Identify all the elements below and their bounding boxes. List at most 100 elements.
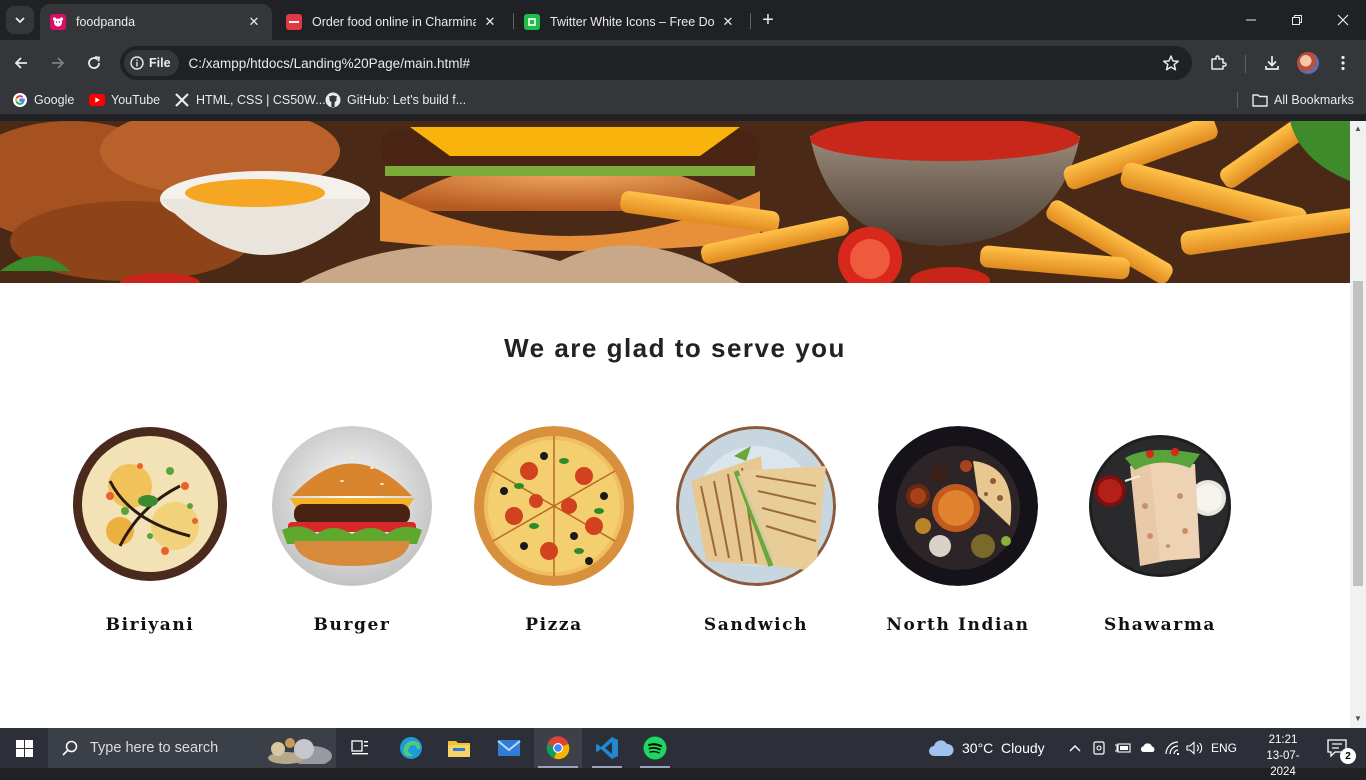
system-clock[interactable]: 21:21 13-07-2024 bbox=[1258, 732, 1308, 780]
close-window-button[interactable] bbox=[1320, 0, 1366, 40]
restore-button[interactable] bbox=[1274, 0, 1320, 40]
volume-button[interactable] bbox=[1185, 728, 1205, 768]
google-icon bbox=[12, 92, 28, 108]
chevron-up-icon bbox=[1069, 745, 1081, 752]
tab-twitter-icons[interactable]: Twitter White Icons – Free Down ✕ bbox=[514, 4, 746, 40]
taskbar-search[interactable]: Type here to search bbox=[48, 728, 336, 768]
chrome-icon bbox=[546, 736, 570, 760]
shawarma-image bbox=[1080, 426, 1240, 586]
device-icon bbox=[1093, 741, 1105, 755]
clock-date: 13-07-2024 bbox=[1266, 750, 1300, 778]
task-view-icon bbox=[351, 740, 368, 755]
security-chip-label: File bbox=[149, 56, 171, 70]
more-vertical-icon bbox=[1341, 55, 1345, 71]
scroll-up-icon[interactable]: ▲ bbox=[1354, 125, 1362, 133]
battery-button[interactable] bbox=[1113, 728, 1133, 768]
north-indian-image bbox=[878, 426, 1038, 586]
wifi-button[interactable] bbox=[1162, 728, 1182, 768]
food-item-shawarma[interactable]: Shawarma bbox=[1080, 426, 1240, 635]
bookmark-youtube[interactable]: YouTube bbox=[89, 91, 160, 109]
close-tab-icon[interactable]: ✕ bbox=[720, 14, 736, 30]
search-icon bbox=[62, 740, 78, 756]
section-heading: We are glad to serve you bbox=[504, 333, 846, 363]
file-explorer-button[interactable] bbox=[438, 728, 480, 768]
tab-foodpanda[interactable]: foodpanda ✕ bbox=[40, 4, 272, 40]
chrome-button[interactable] bbox=[534, 728, 582, 768]
food-item-sandwich[interactable]: Sandwich bbox=[676, 426, 836, 635]
bookmark-star-icon[interactable] bbox=[1162, 54, 1180, 77]
icons8-icon bbox=[524, 14, 540, 30]
bookmark-label: GitHub: Let's build f... bbox=[347, 93, 467, 107]
food-label: Burger bbox=[313, 615, 391, 635]
cloud-icon bbox=[929, 740, 954, 756]
bookmark-github[interactable]: GitHub: Let's build f... bbox=[325, 91, 466, 109]
tab-order-food[interactable]: Order food online in Charminar ✕ bbox=[276, 4, 508, 40]
github-icon bbox=[325, 92, 341, 108]
bookmark-cs50w[interactable]: HTML, CSS | CS50W... bbox=[174, 91, 326, 109]
all-bookmarks-label: All Bookmarks bbox=[1274, 93, 1354, 107]
food-item-biriyani[interactable]: Biriyani bbox=[70, 426, 230, 635]
weather-text: 30°C Cloudy bbox=[962, 740, 1045, 756]
vscode-icon bbox=[596, 737, 618, 759]
tab-title: Twitter White Icons – Free Down bbox=[550, 15, 714, 29]
page-viewport: We are glad to serve you Biriyani Burger… bbox=[0, 121, 1350, 728]
chrome-menu-button[interactable] bbox=[1328, 48, 1358, 78]
site-info-chip[interactable]: File bbox=[124, 50, 179, 76]
notification-center-button[interactable]: 2 bbox=[1318, 728, 1358, 768]
minimize-button[interactable] bbox=[1228, 0, 1274, 40]
sandwich-image bbox=[676, 426, 836, 586]
mail-button[interactable] bbox=[488, 728, 530, 768]
biriyani-image bbox=[70, 426, 230, 586]
mail-icon bbox=[497, 740, 521, 756]
input-language[interactable]: ENG bbox=[1208, 728, 1240, 768]
foodpanda-icon bbox=[50, 14, 66, 30]
arrow-left-icon bbox=[14, 57, 27, 69]
chevron-down-icon bbox=[15, 17, 25, 24]
weather-widget[interactable]: 30°C Cloudy bbox=[928, 728, 1050, 768]
food-item-pizza[interactable]: Pizza bbox=[474, 426, 634, 635]
food-item-north-indian[interactable]: North Indian bbox=[878, 426, 1038, 635]
onedrive-cloud-icon bbox=[1140, 743, 1155, 752]
show-hidden-icons-button[interactable] bbox=[1066, 728, 1084, 768]
forward-button[interactable] bbox=[43, 48, 73, 78]
youtube-icon bbox=[89, 92, 105, 108]
scrollbar-thumb[interactable] bbox=[1353, 281, 1363, 586]
minimize-icon bbox=[1246, 19, 1256, 21]
onedrive-button[interactable] bbox=[1138, 728, 1158, 768]
windows-logo-icon bbox=[15, 739, 33, 757]
arrow-right-icon bbox=[52, 57, 65, 69]
vscode-button[interactable] bbox=[586, 728, 628, 768]
speaker-icon bbox=[1186, 741, 1203, 755]
downloads-button[interactable] bbox=[1257, 48, 1287, 78]
bookmark-label: HTML, CSS | CS50W... bbox=[196, 93, 326, 107]
windows-taskbar: Type here to search 30°C Cloudy ENG 21:2… bbox=[0, 728, 1366, 778]
spotify-button[interactable] bbox=[634, 728, 676, 768]
pizza-image bbox=[474, 426, 634, 586]
tab-title: foodpanda bbox=[76, 15, 136, 29]
all-bookmarks[interactable]: All Bookmarks bbox=[1252, 91, 1354, 109]
page-scrollbar[interactable]: ▲ ▼ bbox=[1350, 121, 1366, 728]
food-label: Shawarma bbox=[1103, 615, 1217, 635]
tray-app-icon[interactable] bbox=[1090, 728, 1108, 768]
close-icon bbox=[1337, 14, 1349, 26]
food-item-burger[interactable]: Burger bbox=[272, 426, 432, 635]
new-tab-button[interactable]: + bbox=[756, 8, 780, 32]
scroll-down-icon[interactable]: ▼ bbox=[1354, 715, 1362, 723]
start-button[interactable] bbox=[0, 728, 48, 768]
tab-search-button[interactable] bbox=[6, 6, 34, 34]
download-icon bbox=[1265, 56, 1279, 70]
bookmark-label: Google bbox=[34, 93, 75, 107]
back-button[interactable] bbox=[6, 48, 36, 78]
close-tab-icon[interactable]: ✕ bbox=[246, 14, 262, 30]
address-bar[interactable]: File C:/xampp/htdocs/Landing%20Page/main… bbox=[120, 46, 1192, 80]
task-view-button[interactable] bbox=[342, 728, 378, 768]
extensions-button[interactable] bbox=[1203, 48, 1233, 78]
edge-button[interactable] bbox=[390, 728, 432, 768]
reload-button[interactable] bbox=[79, 48, 109, 78]
folder-icon bbox=[448, 741, 470, 757]
close-tab-icon[interactable]: ✕ bbox=[482, 14, 498, 30]
tab-title: Order food online in Charminar bbox=[312, 15, 476, 29]
bookmark-google[interactable]: Google bbox=[12, 91, 74, 109]
url-text: C:/xampp/htdocs/Landing%20Page/main.html… bbox=[188, 55, 470, 71]
profile-button[interactable] bbox=[1293, 48, 1323, 78]
